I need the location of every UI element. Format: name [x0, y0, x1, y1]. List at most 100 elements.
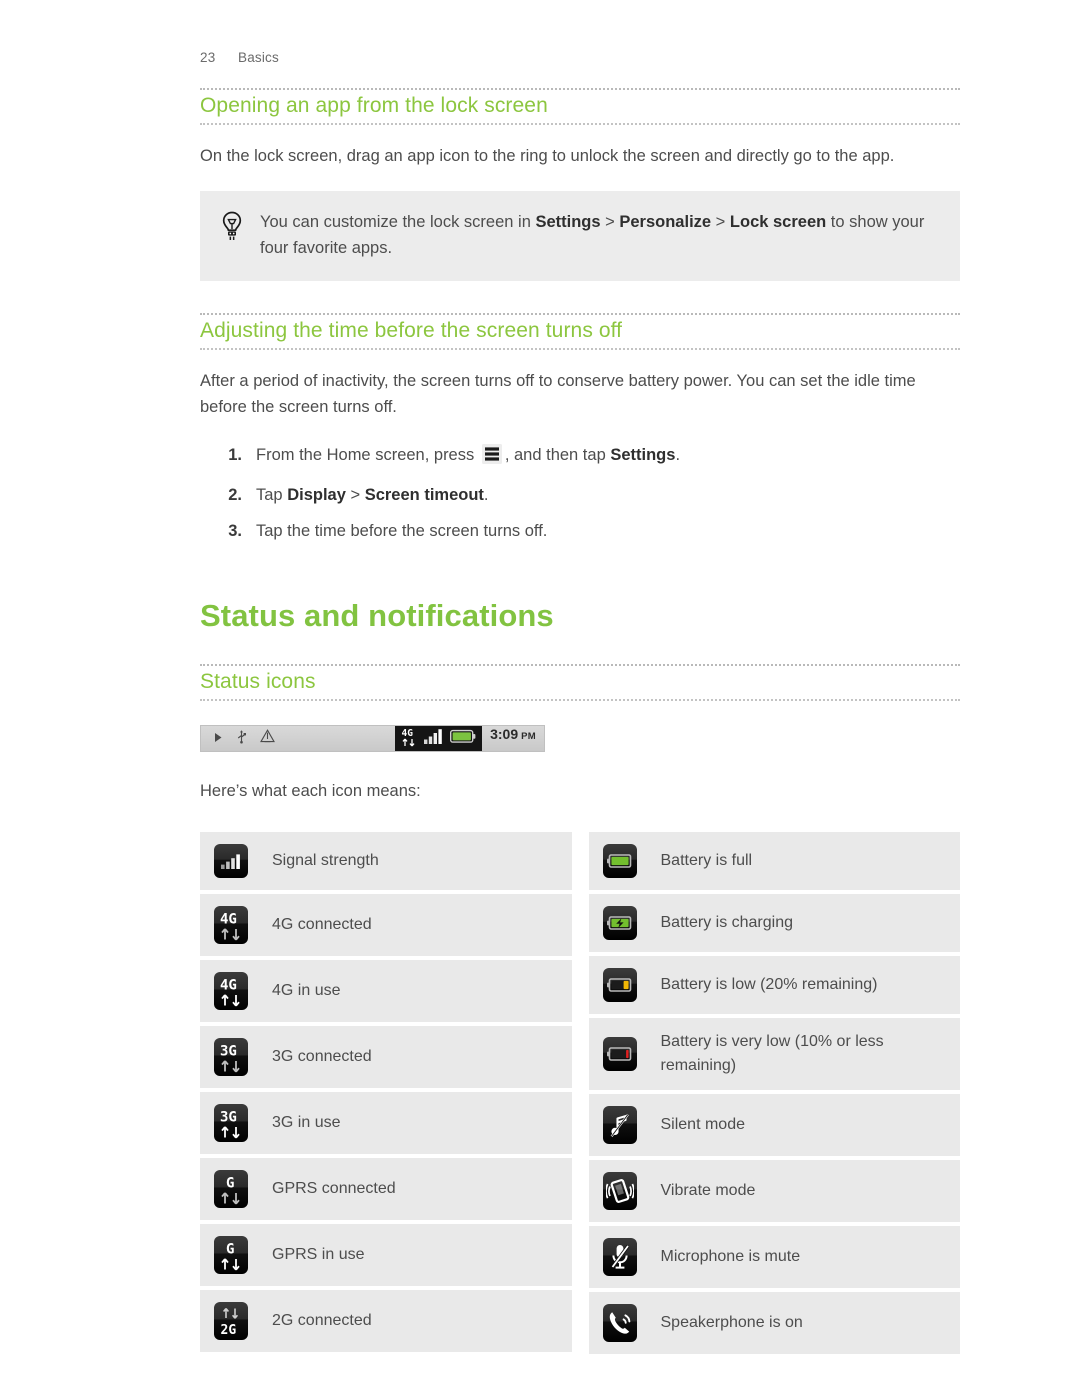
table-row: 3G 3G in use [200, 1092, 572, 1154]
usb-icon [235, 729, 248, 749]
table-row: Speakerphone is on [588, 1292, 960, 1354]
battery-charging-icon [602, 906, 641, 940]
step1-after: . [675, 446, 681, 464]
icon-table-right-column: Battery is full Battery is charging Batt… [588, 832, 960, 1354]
icon-label: Speakerphone is on [660, 1314, 803, 1331]
battery-full-icon [602, 844, 641, 878]
rule-bottom-3 [200, 699, 960, 701]
svg-text:3G: 3G [220, 1110, 237, 1126]
table-row: Vibrate mode [588, 1160, 960, 1222]
page-title: Status and notifications [200, 598, 554, 633]
tip-sep-1: > [600, 213, 620, 231]
2g-connected-icon: 2G [214, 1302, 252, 1340]
step-number: 2. [228, 486, 242, 504]
battery-full-icon [450, 729, 476, 749]
4g-in-use-icon: 4G [401, 726, 418, 752]
timeout-body: After a period of inactivity, the screen… [200, 372, 916, 416]
table-row: Microphone is mute [588, 1226, 960, 1288]
section-lockscreen-heading: Opening an app from the lock screen [200, 88, 960, 125]
icon-label: 3G in use [272, 1114, 341, 1131]
table-row: 4G 4G in use [200, 960, 572, 1022]
speakerphone-icon [602, 1304, 641, 1342]
icon-label: Silent mode [660, 1116, 746, 1133]
table-row: 3G 3G connected [200, 1026, 572, 1088]
tip-bold-personalize: Personalize [619, 213, 712, 231]
3g-in-use-icon: 3G [214, 1104, 252, 1142]
rule-bottom-2 [200, 348, 960, 350]
clock-ampm: PM [521, 731, 536, 742]
icon-label: Signal strength [272, 852, 379, 869]
table-row: Battery is charging [588, 894, 960, 952]
gprs-in-use-icon: G [214, 1236, 252, 1274]
manual-page: 23 Basics Opening an app from the lock sc… [0, 0, 1080, 1397]
svg-text:4G: 4G [402, 728, 414, 739]
icon-label: Battery is low (20% remaining) [660, 976, 878, 993]
icon-label: Battery is full [660, 852, 753, 869]
svg-text:3G: 3G [220, 1044, 237, 1060]
svg-text:G: G [226, 1176, 234, 1192]
lightbulb-icon [220, 209, 246, 247]
3g-connected-icon: 3G [214, 1038, 252, 1076]
icon-label: Microphone is mute [660, 1248, 801, 1265]
statusbar-clock: 3:09 PM [482, 726, 544, 751]
running-head: 23 Basics [200, 50, 279, 65]
4g-in-use-icon: 4G [214, 972, 252, 1010]
table-row: Battery is low (20% remaining) [588, 956, 960, 1014]
step1-before: From the Home screen, press [256, 446, 479, 464]
tip-sep-2: > [711, 213, 730, 231]
heading-adjusting-time: Adjusting the time before the screen tur… [200, 319, 623, 342]
tip-text: You can customize the lock screen in Set… [260, 209, 938, 261]
step-item: 3. Tap the time before the screen turns … [222, 518, 960, 544]
step2-sep: > [345, 486, 365, 504]
table-row: Battery is very low (10% or less remaini… [588, 1018, 960, 1090]
icon-label: GPRS in use [272, 1246, 365, 1263]
table-row: G GPRS in use [200, 1224, 572, 1286]
section-status-icons-heading: Status icons [200, 664, 960, 701]
vibrate-mode-icon [602, 1172, 641, 1210]
step2-after: . [483, 486, 489, 504]
step1-bold: Settings [610, 446, 676, 464]
status-icon-table: Signal strength 4G 4G connected 4G 4G in… [200, 832, 960, 1354]
microphone-mute-icon [602, 1238, 641, 1276]
silent-mode-icon [602, 1106, 641, 1144]
statusbar-figure: 4G 3:09 PM [200, 725, 545, 752]
section-timeout-heading: Adjusting the time before the screen tur… [200, 313, 960, 350]
svg-text:4G: 4G [220, 912, 237, 928]
clock-time: 3:09 [490, 726, 519, 742]
step1-mid: , and then tap [504, 446, 611, 464]
step-number: 3. [228, 522, 242, 540]
rule-bottom [200, 123, 960, 125]
step-number: 1. [228, 446, 242, 464]
battery-low-icon [602, 968, 641, 1002]
icon-table-left-column: Signal strength 4G 4G connected 4G 4G in… [200, 832, 572, 1354]
tip-bold-settings: Settings [535, 213, 601, 231]
step2-bold-display: Display [287, 486, 346, 504]
play-icon [214, 730, 223, 748]
icon-label: 4G connected [272, 916, 372, 933]
icon-label: Vibrate mode [660, 1182, 756, 1199]
timeout-steps: 1. From the Home screen, press , and the… [200, 442, 960, 544]
icon-label: Battery is charging [660, 914, 794, 931]
table-row: Silent mode [588, 1094, 960, 1156]
step-text: Tap the time before the screen turns off… [256, 522, 548, 540]
table-row: Battery is full [588, 832, 960, 890]
table-row: 4G 4G connected [200, 894, 572, 956]
icon-label: 4G in use [272, 982, 341, 999]
heading-opening-app: Opening an app from the lock screen [200, 94, 548, 117]
svg-text:G: G [226, 1242, 234, 1258]
tip-bold-lock-screen: Lock screen [729, 213, 827, 231]
icons-intro: Here’s what each icon means: [200, 782, 421, 800]
step2-bold-timeout: Screen timeout [364, 486, 484, 504]
step-item: 2. Tap Display > Screen timeout. [222, 482, 960, 508]
tip-text-before: You can customize the lock screen in [260, 213, 536, 231]
icon-label: GPRS connected [272, 1180, 396, 1197]
4g-connected-icon: 4G [214, 906, 252, 944]
lockscreen-body: On the lock screen, drag an app icon to … [200, 147, 895, 165]
step-item: 1. From the Home screen, press , and the… [222, 442, 960, 472]
section-name: Basics [238, 50, 279, 65]
menu-icon [481, 444, 502, 472]
alert-icon [260, 729, 275, 748]
heading-status-icons: Status icons [200, 670, 316, 693]
table-row: G GPRS connected [200, 1158, 572, 1220]
gprs-connected-icon: G [214, 1170, 252, 1208]
